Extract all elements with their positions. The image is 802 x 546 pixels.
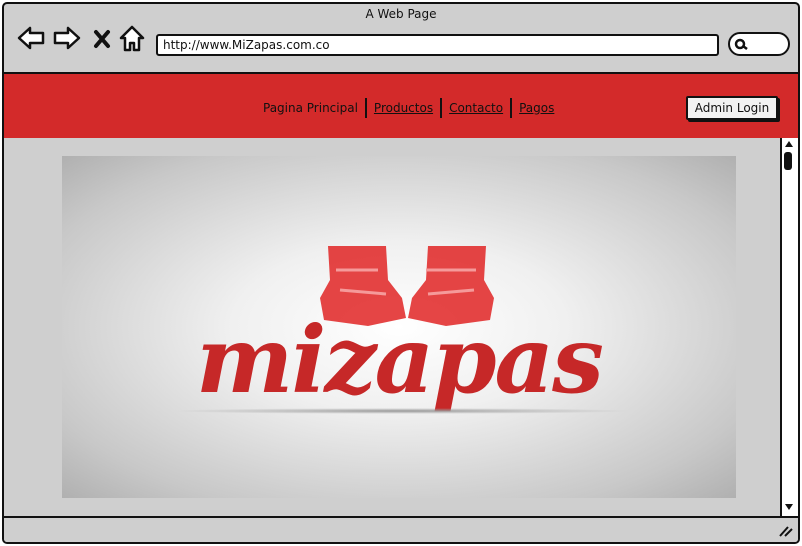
- page-content: mizapas: [4, 138, 780, 516]
- site-header: Pagina Principal Productos Contacto Pago…: [4, 72, 798, 140]
- forward-arrow-icon[interactable]: [52, 24, 82, 52]
- scroll-thumb[interactable]: [784, 152, 792, 170]
- nav-item-productos[interactable]: Productos: [367, 101, 440, 115]
- close-x-icon[interactable]: [92, 24, 112, 52]
- resize-grip-icon[interactable]: [778, 524, 794, 538]
- browser-window: A Web Page http://www.MiZapas.com.co Pag…: [2, 2, 800, 544]
- home-icon[interactable]: [118, 24, 146, 52]
- main-nav: Pagina Principal Productos Contacto Pago…: [256, 98, 561, 118]
- vertical-scrollbar[interactable]: [780, 138, 798, 518]
- nav-item-pagos[interactable]: Pagos: [512, 101, 561, 115]
- url-bar[interactable]: http://www.MiZapas.com.co: [156, 34, 719, 56]
- logo-shadow: [172, 408, 632, 414]
- scroll-up-icon[interactable]: [783, 139, 795, 149]
- mizapas-logo: mizapas: [196, 306, 604, 414]
- nav-item-contacto[interactable]: Contacto: [442, 101, 510, 115]
- banner-image: mizapas: [62, 156, 736, 498]
- search-field[interactable]: [728, 32, 790, 56]
- admin-login-button[interactable]: Admin Login: [686, 96, 778, 120]
- magnifier-icon: [734, 38, 748, 50]
- nav-item-home[interactable]: Pagina Principal: [256, 101, 365, 115]
- status-bar: [4, 516, 798, 542]
- back-arrow-icon[interactable]: [16, 24, 46, 52]
- scroll-down-icon[interactable]: [783, 502, 795, 512]
- window-title: A Web Page: [365, 7, 437, 21]
